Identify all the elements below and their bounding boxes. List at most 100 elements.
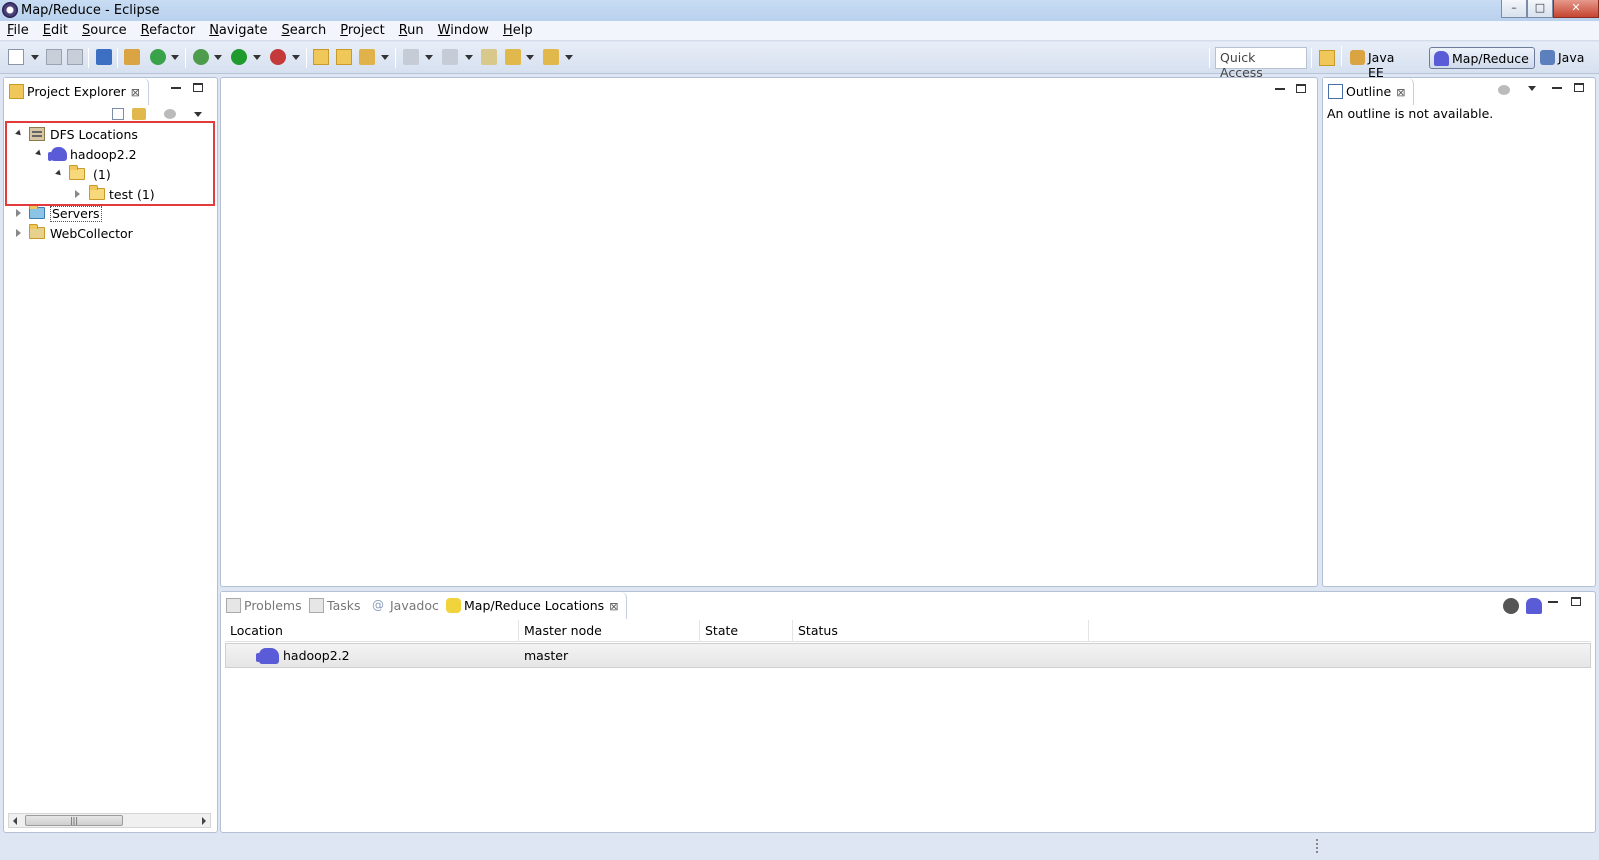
tab-label: Map/Reduce Locations: [464, 598, 605, 613]
minimize-button[interactable]: –: [1501, 0, 1527, 18]
run-dropdown-icon[interactable]: [253, 55, 261, 60]
refresh-dropdown-icon[interactable]: [171, 55, 179, 60]
tasks-icon: [309, 598, 324, 613]
save-icon[interactable]: [46, 49, 62, 65]
scroll-left-icon[interactable]: [13, 817, 17, 825]
java-icon: [1540, 50, 1555, 65]
view-menu-icon[interactable]: [164, 109, 176, 119]
previous-annotation-icon[interactable]: [442, 49, 458, 65]
eclipse-icon: [2, 2, 18, 18]
search-icon[interactable]: [359, 49, 375, 65]
tab-problems[interactable]: Problems: [221, 592, 310, 619]
view-menu-dropdown-icon[interactable]: [194, 112, 202, 117]
external-tools-icon[interactable]: [270, 49, 286, 65]
open-type-icon[interactable]: [313, 49, 329, 65]
cell-master-node: master: [524, 648, 569, 663]
elephant-icon: [256, 648, 279, 664]
project-explorer-icon: [9, 84, 24, 99]
external-tools-dropdown-icon[interactable]: [292, 55, 300, 60]
maximize-view-icon[interactable]: [1571, 597, 1581, 606]
new-location-icon[interactable]: [1526, 598, 1542, 614]
minimize-view-icon[interactable]: [1552, 87, 1562, 89]
outline-message: An outline is not available.: [1327, 106, 1494, 121]
run-icon[interactable]: [231, 49, 247, 65]
perspective-java[interactable]: Java: [1536, 47, 1589, 69]
last-edit-icon[interactable]: [481, 49, 497, 65]
link-with-editor-icon[interactable]: [132, 108, 146, 120]
tab-map-reduce-locations[interactable]: Map/Reduce Locations ⊠: [441, 592, 628, 619]
status-grip-icon[interactable]: [1316, 839, 1318, 855]
maximize-editor-icon[interactable]: [1296, 84, 1306, 93]
menu-project[interactable]: Project: [333, 21, 392, 40]
back-icon[interactable]: [505, 49, 521, 65]
tab-label: Outline: [1346, 84, 1392, 99]
quick-access-field[interactable]: Quick Access: [1215, 47, 1307, 80]
refresh-icon[interactable]: [150, 49, 166, 65]
column-header-master-node[interactable]: Master node: [519, 620, 700, 642]
maximize-view-icon[interactable]: [1574, 83, 1584, 92]
tab-tasks[interactable]: Tasks: [304, 592, 369, 619]
debug-icon[interactable]: [193, 49, 209, 65]
menu-edit[interactable]: Edit: [36, 21, 75, 40]
forward-icon[interactable]: [543, 49, 559, 65]
next-annotation-icon[interactable]: [403, 49, 419, 65]
back-dropdown-icon[interactable]: [526, 55, 534, 60]
editor-area: [220, 77, 1318, 587]
menu-window[interactable]: Window: [431, 21, 496, 40]
collapsed-icon[interactable]: [16, 229, 21, 237]
minimize-view-icon[interactable]: [1548, 601, 1558, 603]
open-task-icon[interactable]: [336, 49, 352, 65]
toolbar-separator: [88, 48, 89, 68]
next-annotation-dropdown-icon[interactable]: [425, 55, 433, 60]
new-icon[interactable]: [8, 49, 24, 65]
menu-refactor[interactable]: Refactor: [134, 21, 203, 40]
status-bar: [0, 835, 1599, 860]
column-header-state[interactable]: State: [700, 620, 793, 642]
scroll-thumb[interactable]: |||: [25, 815, 123, 826]
view-menu-dropdown-icon[interactable]: [1528, 86, 1536, 91]
close-tab-icon[interactable]: ⊠: [609, 600, 618, 613]
close-tab-icon[interactable]: ⊠: [131, 86, 140, 99]
menu-source[interactable]: Source: [75, 21, 134, 40]
menu-run[interactable]: Run: [392, 21, 431, 40]
debug-dropdown-icon[interactable]: [214, 55, 222, 60]
outline-menu-icon[interactable]: [1498, 85, 1510, 95]
tab-outline[interactable]: Outline ⊠: [1323, 78, 1415, 105]
menu-help[interactable]: Help: [496, 21, 540, 40]
save-all-icon[interactable]: [67, 49, 83, 65]
tree-label: Servers: [50, 206, 102, 222]
javadoc-icon: @: [372, 598, 384, 612]
menu-file[interactable]: File: [0, 21, 36, 40]
search-dropdown-icon[interactable]: [381, 55, 389, 60]
minimize-editor-icon[interactable]: [1275, 88, 1285, 90]
new-dropdown-icon[interactable]: [31, 55, 39, 60]
package-icon[interactable]: [124, 49, 140, 65]
tab-project-explorer[interactable]: Project Explorer ⊠: [4, 78, 150, 105]
column-header-location[interactable]: Location: [225, 620, 519, 642]
close-tab-icon[interactable]: ⊠: [1396, 86, 1405, 99]
edit-location-icon[interactable]: [1503, 598, 1519, 614]
console-icon[interactable]: [96, 49, 112, 65]
scroll-right-icon[interactable]: [202, 817, 206, 825]
outline-panel: Outline ⊠ An outline is not available.: [1322, 77, 1596, 587]
column-header-status[interactable]: Status: [793, 620, 1089, 642]
open-perspective-icon[interactable]: [1319, 50, 1335, 66]
forward-dropdown-icon[interactable]: [565, 55, 573, 60]
maximize-view-icon[interactable]: [193, 83, 203, 92]
minimize-view-icon[interactable]: [171, 87, 181, 89]
menu-navigate[interactable]: Navigate: [202, 21, 274, 40]
table-row[interactable]: hadoop2.2 master: [225, 643, 1591, 668]
horizontal-scrollbar[interactable]: |||: [8, 813, 211, 828]
collapse-all-icon[interactable]: [112, 108, 124, 120]
maximize-button[interactable]: □: [1527, 0, 1553, 18]
menu-search[interactable]: Search: [275, 21, 334, 40]
perspective-map-reduce[interactable]: Map/Reduce: [1429, 47, 1535, 69]
project-icon: [29, 224, 45, 239]
previous-annotation-dropdown-icon[interactable]: [465, 55, 473, 60]
cell-location: hadoop2.2: [283, 648, 350, 663]
tab-javadoc[interactable]: @ Javadoc: [367, 592, 447, 619]
perspective-java-ee[interactable]: Java EE: [1346, 47, 1399, 80]
collapsed-icon[interactable]: [16, 209, 21, 217]
toolbar-separator: [306, 48, 307, 68]
close-button[interactable]: ✕: [1553, 0, 1599, 18]
